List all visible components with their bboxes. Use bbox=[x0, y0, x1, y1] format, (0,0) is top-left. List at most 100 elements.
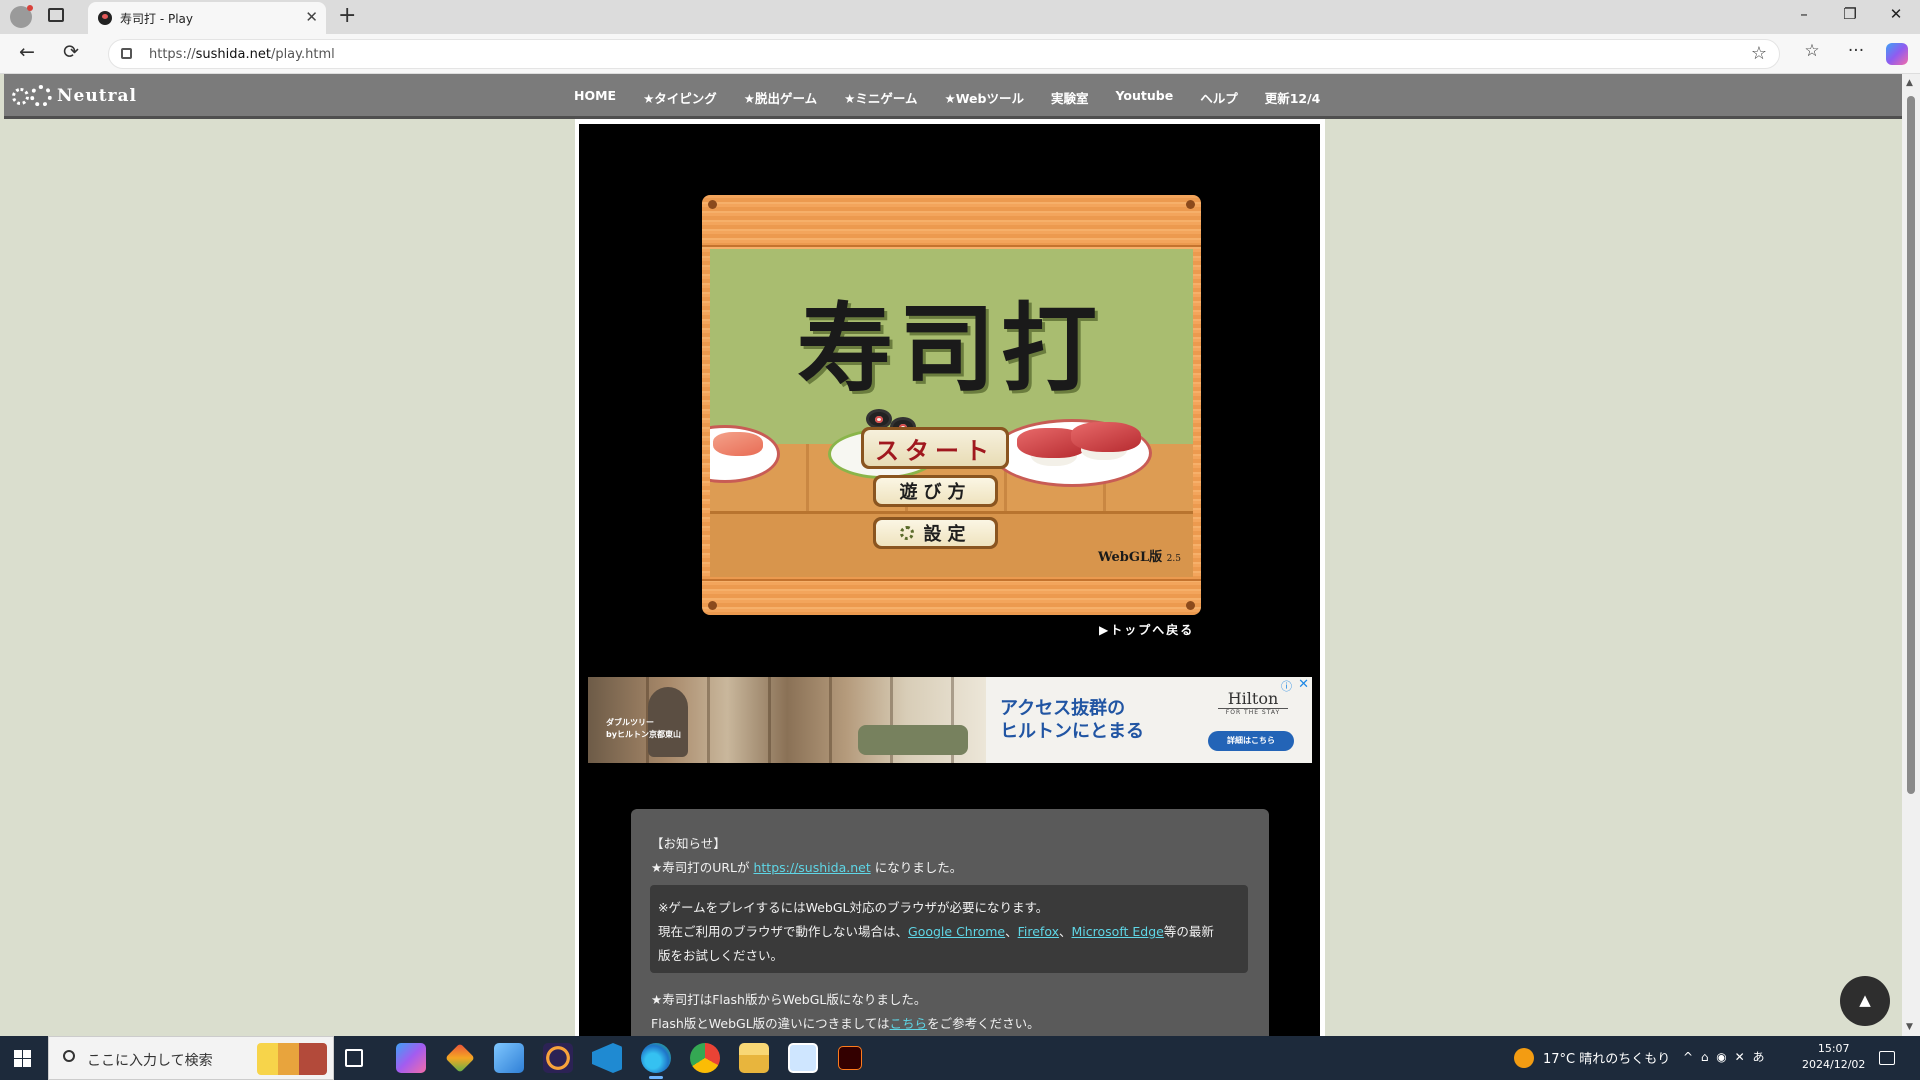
ad-close-icon[interactable]: ✕ bbox=[1298, 677, 1309, 692]
game-frame: 寿司打 スタート 遊び方 設定 WebGL版 2.5 ▶トップへ戻る ダブルツリ… bbox=[575, 119, 1325, 1036]
notice-heading: 【お知らせ】 bbox=[651, 836, 726, 851]
copilot-app-icon[interactable] bbox=[396, 1043, 426, 1073]
scroll-to-top-button[interactable]: ▲ bbox=[1840, 976, 1890, 1026]
taskbar-clock[interactable]: 15:07 2024/12/02 bbox=[1802, 1041, 1865, 1073]
browser-links-line: 現在ご利用のブラウザで動作しない場合は、Google Chrome、Firefo… bbox=[658, 924, 1214, 939]
tab-actions-icon[interactable] bbox=[48, 8, 64, 22]
weather-icon[interactable] bbox=[1514, 1048, 1534, 1068]
ad-headline: アクセス抜群の ヒルトンにとまる bbox=[1000, 698, 1144, 742]
inkscape-app-icon[interactable] bbox=[788, 1043, 818, 1073]
maki-roll-icon bbox=[866, 409, 892, 429]
notice-box: 【お知らせ】 ★寿司打のURLが https://sushida.net になり… bbox=[631, 809, 1269, 1036]
search-icon bbox=[63, 1050, 75, 1062]
webgl-version-note: ★寿司打はFlash版からWebGL版になりました。 bbox=[651, 992, 927, 1007]
favorites-icon[interactable]: ☆ bbox=[1797, 41, 1827, 61]
browser-requirement-box: ※ゲームをプレイするにはWebGL対応のブラウザが必要になります。 現在ご利用の… bbox=[650, 885, 1248, 973]
file-explorer-icon[interactable] bbox=[739, 1043, 769, 1073]
close-window-button[interactable]: ✕ bbox=[1874, 5, 1918, 23]
chrome-app-icon[interactable] bbox=[690, 1043, 720, 1073]
tab-bar: 寿司打 - Play ✕ + – ❐ ✕ bbox=[0, 0, 1920, 34]
favorite-star-icon[interactable]: ☆ bbox=[1751, 43, 1767, 64]
taskbar-search-input[interactable]: ここに入力して検索 bbox=[48, 1036, 334, 1080]
tab-close-icon[interactable]: ✕ bbox=[305, 8, 318, 26]
notification-icon[interactable] bbox=[1879, 1051, 1895, 1065]
difference-note: Flash版とWebGL版の違いにつきましてはこちらをご参考ください。 bbox=[651, 1016, 1040, 1031]
vscode-app-icon[interactable] bbox=[592, 1043, 622, 1073]
start-button[interactable]: スタート bbox=[861, 427, 1009, 469]
start-label: スタート bbox=[864, 430, 1006, 466]
chrome-link[interactable]: Google Chrome bbox=[908, 924, 1005, 939]
sushida-url-link[interactable]: https://sushida.net bbox=[753, 860, 870, 875]
tab-active[interactable]: 寿司打 - Play ✕ bbox=[88, 2, 326, 34]
system-tray-icons[interactable]: ^ ⌂ ◉ ✕ あ bbox=[1683, 1048, 1766, 1065]
url-text[interactable]: https://sushida.net/play.html bbox=[149, 47, 335, 62]
nail-icon bbox=[708, 601, 717, 610]
gear-logo-icon bbox=[30, 85, 52, 107]
eclipse-app-icon[interactable] bbox=[543, 1043, 573, 1073]
settings-label-wrap: 設定 bbox=[876, 520, 995, 546]
notes-app-icon[interactable] bbox=[494, 1043, 524, 1073]
minimize-button[interactable]: – bbox=[1782, 5, 1826, 23]
reload-button[interactable]: ⟳ bbox=[56, 41, 86, 63]
nav-item-help[interactable]: ヘルプ bbox=[1200, 88, 1238, 107]
git-app-icon[interactable] bbox=[445, 1043, 475, 1073]
nav-item-typing[interactable]: ★タイピング bbox=[643, 88, 717, 107]
search-placeholder: ここに入力して検索 bbox=[87, 1053, 213, 1069]
plate-right-icon bbox=[992, 419, 1152, 487]
ad-caption: ダブルツリー byヒルトン京都東山 bbox=[606, 718, 681, 739]
back-button[interactable]: ← bbox=[12, 41, 42, 63]
version-label: WebGL版 2.5 bbox=[1097, 550, 1181, 565]
nav-item-lab[interactable]: 実験室 bbox=[1051, 88, 1089, 107]
nav-item-mini-game[interactable]: ★ミニゲーム bbox=[844, 88, 917, 107]
game-title: 寿司打 bbox=[797, 292, 1103, 405]
nav-item-updates[interactable]: 更新12/4 bbox=[1265, 88, 1321, 107]
scrollbar-thumb[interactable] bbox=[1907, 96, 1915, 794]
page-viewport: Neutral HOME ★タイピング ★脱出ゲーム ★ミニゲーム ★Webツー… bbox=[4, 74, 1902, 1036]
settings-label: 設定 bbox=[923, 524, 972, 545]
nav-item-youtube[interactable]: Youtube bbox=[1115, 88, 1173, 107]
neutral-logo[interactable]: Neutral bbox=[12, 84, 137, 108]
edge-app-icon[interactable] bbox=[641, 1043, 671, 1079]
scroll-down-arrow-icon[interactable]: ▼ bbox=[1906, 1022, 1913, 1032]
notice-url-line: ★寿司打のURLが https://sushida.net になりました。 bbox=[651, 860, 963, 875]
site-menu: HOME ★タイピング ★脱出ゲーム ★ミニゲーム ★Webツール 実験室 Yo… bbox=[574, 88, 1347, 107]
weather-text[interactable]: 17°C 晴れのちくもり bbox=[1543, 1048, 1670, 1067]
gear-logo-icon bbox=[12, 87, 29, 105]
new-tab-button[interactable]: + bbox=[338, 3, 356, 28]
illustrator-app-icon[interactable] bbox=[838, 1046, 862, 1070]
firefox-link[interactable]: Firefox bbox=[1018, 924, 1059, 939]
scroll-up-arrow-icon[interactable]: ▲ bbox=[1906, 78, 1913, 88]
nav-item-web-tools[interactable]: ★Webツール bbox=[944, 88, 1023, 107]
lock-icon[interactable] bbox=[121, 48, 132, 59]
task-view-icon[interactable] bbox=[345, 1049, 363, 1067]
advertisement-banner[interactable]: ダブルツリー byヒルトン京都東山 アクセス抜群の ヒルトンにとまる Hilto… bbox=[588, 677, 1312, 763]
copilot-icon[interactable] bbox=[1886, 43, 1908, 65]
nav-item-escape-game[interactable]: ★脱出ゲーム bbox=[744, 88, 817, 107]
back-to-top-link[interactable]: ▶トップへ戻る bbox=[1099, 621, 1194, 638]
page-scrollbar[interactable]: ▲ ▼ bbox=[1902, 74, 1920, 1036]
nav-item-home[interactable]: HOME bbox=[574, 88, 616, 107]
how-to-play-button[interactable]: 遊び方 bbox=[873, 475, 998, 507]
game-canvas[interactable]: 寿司打 スタート 遊び方 設定 WebGL版 2.5 ▶トップへ戻る ダブルツリ… bbox=[579, 124, 1320, 1036]
logo-text: Neutral bbox=[57, 86, 137, 106]
requirement-text: ※ゲームをプレイするにはWebGL対応のブラウザが必要になります。 bbox=[658, 900, 1049, 915]
ad-info-icon[interactable]: ⓘ bbox=[1281, 678, 1292, 694]
windows-start-icon[interactable] bbox=[14, 1050, 31, 1067]
address-bar-row: ← ⟳ https://sushida.net/play.html ☆ ☆ ··… bbox=[0, 34, 1920, 74]
site-nav: Neutral HOME ★タイピング ★脱出ゲーム ★ミニゲーム ★Webツー… bbox=[4, 74, 1902, 119]
settings-more-icon[interactable]: ··· bbox=[1841, 41, 1871, 61]
differences-link[interactable]: こちら bbox=[890, 1016, 928, 1031]
profile-avatar-icon[interactable] bbox=[10, 5, 33, 28]
nail-icon bbox=[1186, 200, 1195, 209]
edge-link[interactable]: Microsoft Edge bbox=[1072, 924, 1164, 939]
sushi-favicon-icon bbox=[98, 11, 112, 25]
tab-title: 寿司打 - Play bbox=[120, 12, 193, 26]
ad-sofa-image bbox=[858, 725, 968, 755]
settings-button[interactable]: 設定 bbox=[873, 517, 998, 549]
restore-button[interactable]: ❐ bbox=[1828, 5, 1872, 23]
address-input[interactable]: https://sushida.net/play.html ☆ bbox=[108, 39, 1780, 69]
ad-cta-button[interactable]: 詳細はこちら bbox=[1208, 731, 1294, 751]
board-bottom-plank bbox=[702, 579, 1201, 615]
windows-taskbar: ここに入力して検索 17°C 晴れのちくもり ^ ⌂ ◉ ✕ あ 15:07 2… bbox=[0, 1036, 1920, 1080]
board-top-plank bbox=[702, 195, 1201, 247]
